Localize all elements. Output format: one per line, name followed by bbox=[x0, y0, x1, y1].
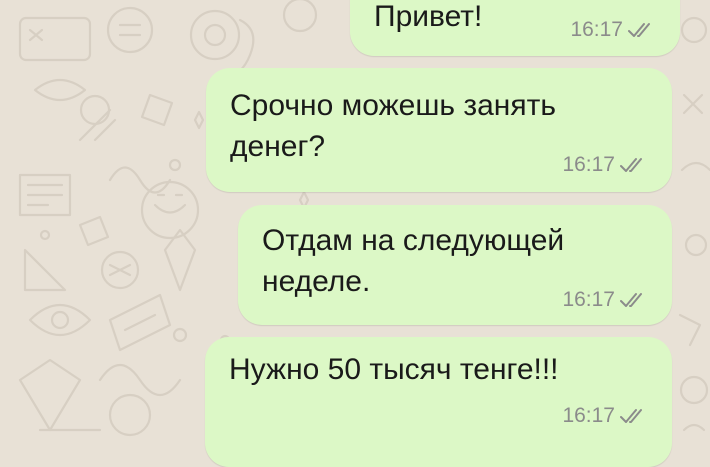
message-bubble[interactable]: Привет! 16:17 bbox=[350, 0, 680, 56]
message-bubble[interactable]: Срочно можешь занять денег? 16:17 bbox=[206, 68, 672, 192]
message-meta: 16:17 bbox=[562, 404, 650, 428]
double-check-icon bbox=[620, 158, 642, 172]
message-text-line-1: Срочно можешь занять bbox=[230, 89, 556, 122]
message-meta: 16:17 bbox=[570, 18, 658, 42]
message-text-line-2: неделе. bbox=[262, 265, 371, 298]
double-check-icon bbox=[628, 23, 650, 37]
double-check-icon bbox=[620, 293, 642, 307]
message-time: 16:17 bbox=[570, 18, 623, 41]
message-meta: 16:17 bbox=[562, 288, 650, 312]
message-meta: 16:17 bbox=[562, 153, 650, 177]
message-time: 16:17 bbox=[562, 153, 615, 176]
message-time: 16:17 bbox=[562, 288, 615, 311]
message-text-line-2: денег? bbox=[230, 130, 326, 163]
message-text: Нужно 50 тысяч тенге!!! bbox=[229, 353, 559, 386]
message-text-line-1: Отдам на следующей bbox=[262, 224, 565, 257]
message-time: 16:17 bbox=[562, 404, 615, 427]
message-bubble[interactable]: Нужно 50 тысяч тенге!!! 16:17 bbox=[205, 337, 672, 467]
message-text: Привет! bbox=[374, 0, 483, 33]
double-check-icon bbox=[620, 409, 642, 423]
message-bubble[interactable]: Отдам на следующей неделе. 16:17 bbox=[238, 205, 672, 325]
